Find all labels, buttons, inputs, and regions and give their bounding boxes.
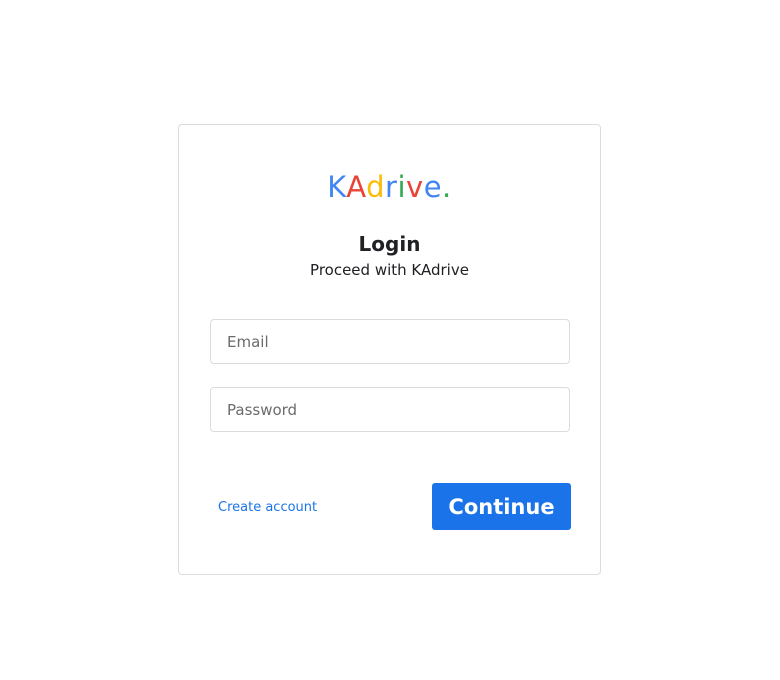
page-subtitle: Proceed with KAdrive bbox=[310, 261, 469, 279]
kadrive-logo: KAdrive. bbox=[179, 169, 600, 205]
password-field[interactable] bbox=[211, 388, 569, 431]
page: KAdrive. Login Proceed with KAdrive Crea… bbox=[0, 0, 780, 680]
email-field-wrapper bbox=[210, 319, 570, 364]
logo-letter: d bbox=[366, 170, 386, 204]
create-account-link[interactable]: Create account bbox=[218, 499, 317, 517]
logo-letter: r bbox=[385, 170, 398, 204]
page-title: Login bbox=[358, 232, 421, 256]
logo-letter: A bbox=[346, 170, 367, 204]
continue-button[interactable]: Continue bbox=[432, 483, 571, 530]
logo-letter: . bbox=[442, 170, 452, 204]
password-field-wrapper bbox=[210, 387, 570, 432]
logo-letter: v bbox=[406, 170, 424, 204]
logo-letter: e bbox=[423, 170, 443, 204]
logo-letter: K bbox=[327, 170, 347, 204]
email-field[interactable] bbox=[211, 320, 569, 363]
logo-letter: i bbox=[397, 170, 407, 204]
login-card: KAdrive. Login Proceed with KAdrive Crea… bbox=[178, 124, 601, 575]
